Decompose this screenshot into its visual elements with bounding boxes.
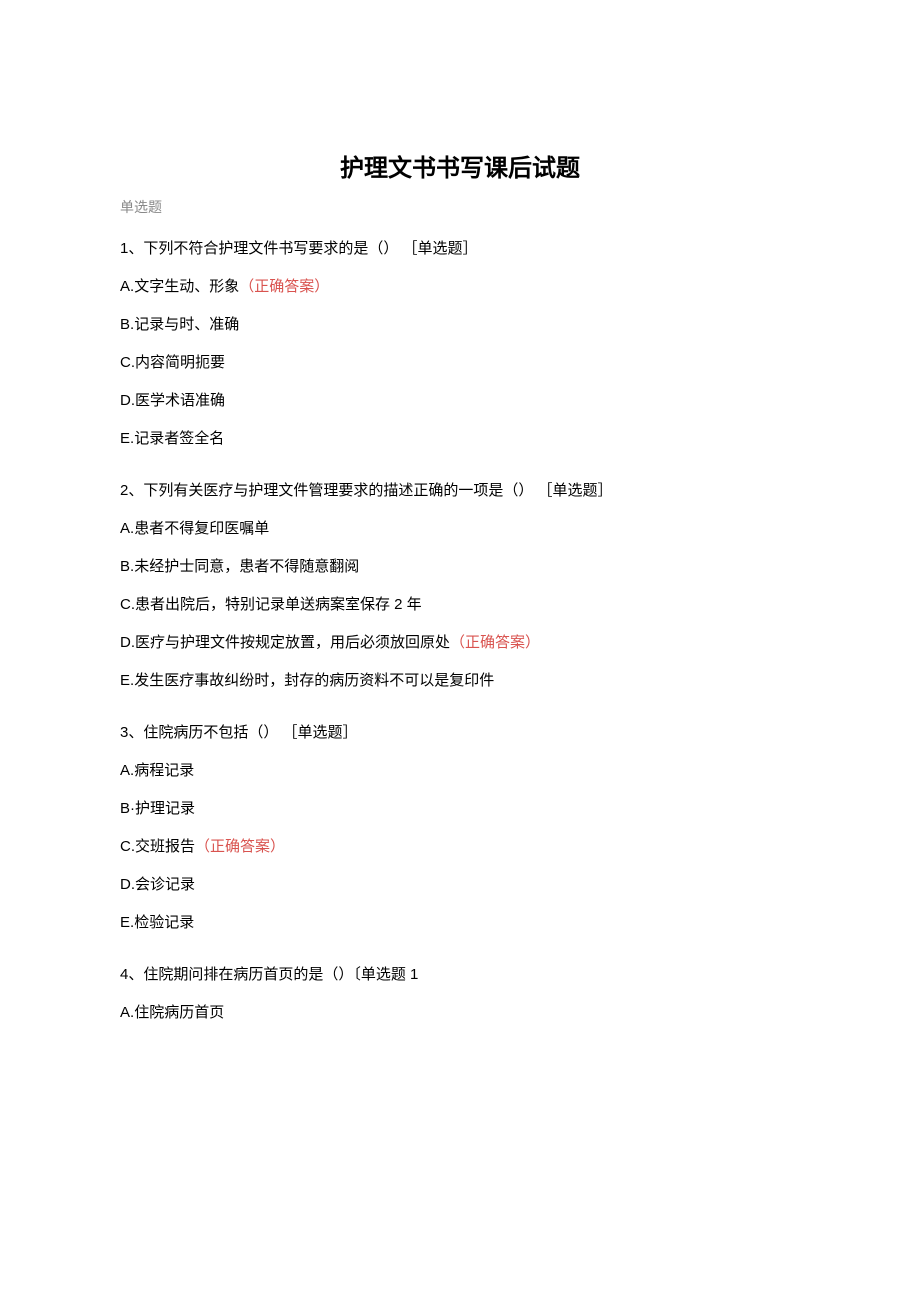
option: C.交班报告（正确答案） bbox=[120, 835, 800, 859]
option: C.患者出院后，特别记录单送病案室保存 2 年 bbox=[120, 593, 800, 617]
option: A.文字生动、形象（正确答案） bbox=[120, 275, 800, 299]
option-prefix: E. bbox=[120, 672, 134, 689]
option-prefix: E. bbox=[120, 430, 134, 447]
option-prefix: B. bbox=[120, 316, 134, 333]
option: B.记录与时、准确 bbox=[120, 313, 800, 337]
option: A.住院病历首页 bbox=[120, 1001, 800, 1025]
question-block: 1、下列不符合护理文件书写要求的是（） ［单选题］ A.文字生动、形象（正确答案… bbox=[120, 237, 800, 451]
option-text: 医疗与护理文件按规定放置，用后必须放回原处 bbox=[135, 634, 450, 651]
option-text: 文字生动、形象 bbox=[134, 278, 239, 295]
question-stem: 2、下列有关医疗与护理文件管理要求的描述正确的一项是（） ［单选题］ bbox=[120, 479, 800, 503]
option-prefix: B. bbox=[120, 558, 134, 575]
option: E.记录者签全名 bbox=[120, 427, 800, 451]
question-block: 2、下列有关医疗与护理文件管理要求的描述正确的一项是（） ［单选题］ A.患者不… bbox=[120, 479, 800, 693]
correct-marker: （正确答案） bbox=[195, 838, 285, 855]
option-text: 未经护士同意，患者不得随意翻阅 bbox=[134, 558, 359, 575]
option-prefix: C. bbox=[120, 354, 135, 371]
option: A.患者不得复印医嘱单 bbox=[120, 517, 800, 541]
page-title: 护理文书书写课后试题 bbox=[120, 150, 800, 188]
option-text: 交班报告 bbox=[135, 838, 195, 855]
option-text: 医学术语准确 bbox=[135, 392, 225, 409]
option-prefix: D. bbox=[120, 876, 135, 893]
option-text: 内容简明扼要 bbox=[135, 354, 225, 371]
question-stem: 3、住院病历不包括（） ［单选题］ bbox=[120, 721, 800, 745]
question-stem: 4、住院期问排在病历首页的是（）〔单选题 1 bbox=[120, 963, 800, 987]
option: C.内容简明扼要 bbox=[120, 351, 800, 375]
option-prefix: C. bbox=[120, 596, 135, 613]
option-prefix: A. bbox=[120, 762, 134, 779]
option-text: 检验记录 bbox=[134, 914, 194, 931]
option-prefix: D. bbox=[120, 634, 135, 651]
option: B.未经护士同意，患者不得随意翻阅 bbox=[120, 555, 800, 579]
option-text: 发生医疗事故纠纷时，封存的病历资料不可以是复印件 bbox=[134, 672, 494, 689]
option: D.医学术语准确 bbox=[120, 389, 800, 413]
option: D.医疗与护理文件按规定放置，用后必须放回原处（正确答案） bbox=[120, 631, 800, 655]
option-text: 病程记录 bbox=[134, 762, 194, 779]
section-subtitle: 单选题 bbox=[120, 196, 800, 218]
option-prefix: A. bbox=[120, 1004, 134, 1021]
option: D.会诊记录 bbox=[120, 873, 800, 897]
option-text: 住院病历首页 bbox=[134, 1004, 224, 1021]
option-prefix: C. bbox=[120, 838, 135, 855]
option: A.病程记录 bbox=[120, 759, 800, 783]
option-prefix: D. bbox=[120, 392, 135, 409]
option-text: 记录与时、准确 bbox=[134, 316, 239, 333]
option: B·护理记录 bbox=[120, 797, 800, 821]
question-block: 3、住院病历不包括（） ［单选题］ A.病程记录 B·护理记录 C.交班报告（正… bbox=[120, 721, 800, 935]
option-prefix: E. bbox=[120, 914, 134, 931]
option-text: 记录者签全名 bbox=[134, 430, 224, 447]
option-text: 患者出院后，特别记录单送病案室保存 2 年 bbox=[135, 596, 422, 613]
option-prefix: A. bbox=[120, 278, 134, 295]
correct-marker: （正确答案） bbox=[450, 634, 540, 651]
option: E.检验记录 bbox=[120, 911, 800, 935]
correct-marker: （正确答案） bbox=[239, 278, 329, 295]
question-block: 4、住院期问排在病历首页的是（）〔单选题 1 A.住院病历首页 bbox=[120, 963, 800, 1025]
option-prefix: A. bbox=[120, 520, 134, 537]
question-stem: 1、下列不符合护理文件书写要求的是（） ［单选题］ bbox=[120, 237, 800, 261]
option: E.发生医疗事故纠纷时，封存的病历资料不可以是复印件 bbox=[120, 669, 800, 693]
option-prefix: B· bbox=[120, 800, 135, 817]
option-text: 患者不得复印医嘱单 bbox=[134, 520, 269, 537]
option-text: 会诊记录 bbox=[135, 876, 195, 893]
option-text: 护理记录 bbox=[135, 800, 195, 817]
